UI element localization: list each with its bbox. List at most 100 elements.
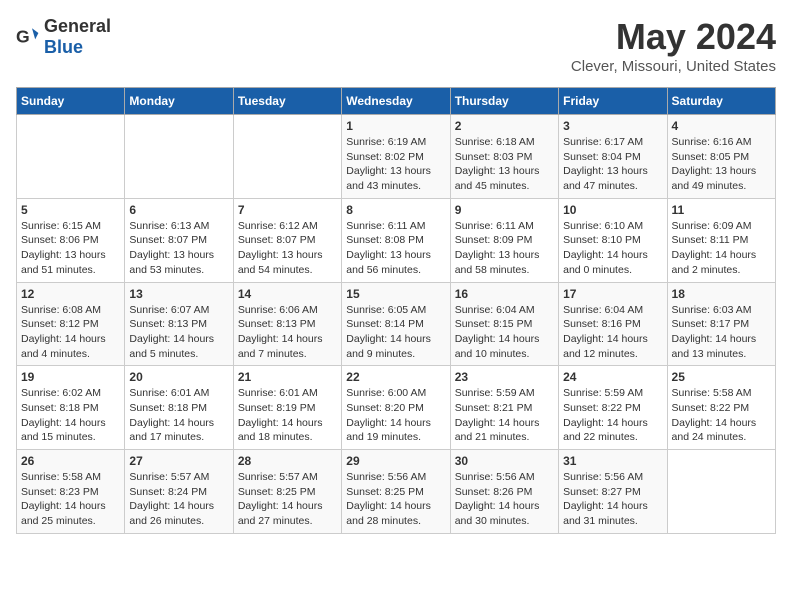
svg-text:G: G bbox=[16, 27, 30, 47]
week-row-2: 5Sunrise: 6:15 AMSunset: 8:06 PMDaylight… bbox=[17, 198, 776, 282]
day-number: 3 bbox=[563, 119, 662, 133]
day-number: 6 bbox=[129, 203, 228, 217]
weekday-header-saturday: Saturday bbox=[667, 88, 775, 115]
header: G General Blue May 2024 Clever, Missouri… bbox=[16, 16, 776, 75]
day-info: Sunrise: 6:07 AMSunset: 8:13 PMDaylight:… bbox=[129, 303, 228, 362]
day-cell: 25 Sunrise: 5:58 AMSunset: 8:22 PMDayligh… bbox=[667, 366, 775, 450]
day-cell: 19Sunrise: 6:02 AMSunset: 8:18 PMDayligh… bbox=[17, 366, 125, 450]
weekday-header-tuesday: Tuesday bbox=[233, 88, 341, 115]
day-number: 20 bbox=[129, 370, 228, 384]
day-cell bbox=[17, 115, 125, 199]
day-cell: 5Sunrise: 6:15 AMSunset: 8:06 PMDaylight… bbox=[17, 198, 125, 282]
day-number: 18 bbox=[672, 287, 771, 301]
day-info: Sunrise: 6:06 AMSunset: 8:13 PMDaylight:… bbox=[238, 303, 337, 362]
day-cell: 17 Sunrise: 6:04 AMSunset: 8:16 PMDayligh… bbox=[559, 282, 667, 366]
day-cell: 23 Sunrise: 5:59 AMSunset: 8:21 PMDayligh… bbox=[450, 366, 558, 450]
weekday-header-row: SundayMondayTuesdayWednesdayThursdayFrid… bbox=[17, 88, 776, 115]
week-row-1: 1Sunrise: 6:19 AMSunset: 8:02 PMDaylight… bbox=[17, 115, 776, 199]
day-info: Sunrise: 5:59 AMSunset: 8:21 PMDaylight:… bbox=[455, 386, 554, 445]
day-number: 8 bbox=[346, 203, 445, 217]
day-info: Sunrise: 6:17 AMSunset: 8:04 PMDaylight:… bbox=[563, 135, 662, 194]
day-cell: 3 Sunrise: 6:17 AMSunset: 8:04 PMDaylight… bbox=[559, 115, 667, 199]
day-number: 28 bbox=[238, 454, 337, 468]
day-info: Sunrise: 6:11 AMSunset: 8:09 PMDaylight:… bbox=[455, 219, 554, 278]
weekday-header-thursday: Thursday bbox=[450, 88, 558, 115]
day-number: 2 bbox=[455, 119, 554, 133]
day-info: Sunrise: 6:00 AMSunset: 8:20 PMDaylight:… bbox=[346, 386, 445, 445]
day-cell: 1Sunrise: 6:19 AMSunset: 8:02 PMDaylight… bbox=[342, 115, 450, 199]
day-number: 31 bbox=[563, 454, 662, 468]
day-number: 11 bbox=[672, 203, 771, 217]
day-number: 16 bbox=[455, 287, 554, 301]
day-number: 23 bbox=[455, 370, 554, 384]
day-cell: 2 Sunrise: 6:18 AMSunset: 8:03 PMDaylight… bbox=[450, 115, 558, 199]
logo-general-text: General bbox=[44, 16, 111, 36]
day-info: Sunrise: 6:11 AMSunset: 8:08 PMDaylight:… bbox=[346, 219, 445, 278]
day-number: 14 bbox=[238, 287, 337, 301]
day-number: 17 bbox=[563, 287, 662, 301]
day-cell: 4 Sunrise: 6:16 AMSunset: 8:05 PMDaylight… bbox=[667, 115, 775, 199]
weekday-header-wednesday: Wednesday bbox=[342, 88, 450, 115]
day-number: 26 bbox=[21, 454, 120, 468]
day-cell: 18 Sunrise: 6:03 AMSunset: 8:17 PMDayligh… bbox=[667, 282, 775, 366]
day-info: Sunrise: 5:58 AMSunset: 8:22 PMDaylight:… bbox=[672, 386, 771, 445]
day-number: 22 bbox=[346, 370, 445, 384]
day-cell: 22 Sunrise: 6:00 AMSunset: 8:20 PMDayligh… bbox=[342, 366, 450, 450]
logo-blue-text: Blue bbox=[44, 37, 83, 57]
day-info: Sunrise: 6:01 AMSunset: 8:19 PMDaylight:… bbox=[238, 386, 337, 445]
day-cell: 12 Sunrise: 6:08 AMSunset: 8:12 PMDayligh… bbox=[17, 282, 125, 366]
day-number: 15 bbox=[346, 287, 445, 301]
week-row-4: 19Sunrise: 6:02 AMSunset: 8:18 PMDayligh… bbox=[17, 366, 776, 450]
day-number: 25 bbox=[672, 370, 771, 384]
day-info: Sunrise: 5:58 AMSunset: 8:23 PMDaylight:… bbox=[21, 470, 120, 529]
day-info: Sunrise: 5:59 AMSunset: 8:22 PMDaylight:… bbox=[563, 386, 662, 445]
day-cell: 14 Sunrise: 6:06 AMSunset: 8:13 PMDayligh… bbox=[233, 282, 341, 366]
day-cell: 11Sunrise: 6:09 AMSunset: 8:11 PMDayligh… bbox=[667, 198, 775, 282]
title-section: May 2024 Clever, Missouri, United States bbox=[571, 16, 776, 75]
day-info: Sunrise: 6:04 AMSunset: 8:15 PMDaylight:… bbox=[455, 303, 554, 362]
day-cell bbox=[233, 115, 341, 199]
day-info: Sunrise: 5:57 AMSunset: 8:25 PMDaylight:… bbox=[238, 470, 337, 529]
day-number: 27 bbox=[129, 454, 228, 468]
day-info: Sunrise: 5:56 AMSunset: 8:25 PMDaylight:… bbox=[346, 470, 445, 529]
day-number: 12 bbox=[21, 287, 120, 301]
day-cell: 24 Sunrise: 5:59 AMSunset: 8:22 PMDayligh… bbox=[559, 366, 667, 450]
day-cell bbox=[125, 115, 233, 199]
day-info: Sunrise: 6:04 AMSunset: 8:16 PMDaylight:… bbox=[563, 303, 662, 362]
day-info: Sunrise: 5:57 AMSunset: 8:24 PMDaylight:… bbox=[129, 470, 228, 529]
day-number: 4 bbox=[672, 119, 771, 133]
day-info: Sunrise: 6:12 AMSunset: 8:07 PMDaylight:… bbox=[238, 219, 337, 278]
logo-icon: G bbox=[16, 25, 40, 49]
day-cell: 7Sunrise: 6:12 AMSunset: 8:07 PMDaylight… bbox=[233, 198, 341, 282]
day-cell: 28 Sunrise: 5:57 AMSunset: 8:25 PMDayligh… bbox=[233, 450, 341, 534]
day-info: Sunrise: 6:05 AMSunset: 8:14 PMDaylight:… bbox=[346, 303, 445, 362]
day-number: 9 bbox=[455, 203, 554, 217]
day-info: Sunrise: 6:16 AMSunset: 8:05 PMDaylight:… bbox=[672, 135, 771, 194]
weekday-header-friday: Friday bbox=[559, 88, 667, 115]
day-number: 29 bbox=[346, 454, 445, 468]
weekday-header-sunday: Sunday bbox=[17, 88, 125, 115]
day-cell bbox=[667, 450, 775, 534]
day-number: 24 bbox=[563, 370, 662, 384]
day-cell: 6 Sunrise: 6:13 AMSunset: 8:07 PMDaylight… bbox=[125, 198, 233, 282]
weekday-header-monday: Monday bbox=[125, 88, 233, 115]
day-number: 1 bbox=[346, 119, 445, 133]
day-number: 13 bbox=[129, 287, 228, 301]
day-cell: 15 Sunrise: 6:05 AMSunset: 8:14 PMDayligh… bbox=[342, 282, 450, 366]
day-info: Sunrise: 6:18 AMSunset: 8:03 PMDaylight:… bbox=[455, 135, 554, 194]
day-cell: 26 Sunrise: 5:58 AMSunset: 8:23 PMDayligh… bbox=[17, 450, 125, 534]
day-info: Sunrise: 5:56 AMSunset: 8:27 PMDaylight:… bbox=[563, 470, 662, 529]
day-info: Sunrise: 6:03 AMSunset: 8:17 PMDaylight:… bbox=[672, 303, 771, 362]
day-cell: 20 Sunrise: 6:01 AMSunset: 8:18 PMDayligh… bbox=[125, 366, 233, 450]
day-cell: 9 Sunrise: 6:11 AMSunset: 8:09 PMDaylight… bbox=[450, 198, 558, 282]
day-number: 5 bbox=[21, 203, 120, 217]
day-number: 19 bbox=[21, 370, 120, 384]
day-cell: 30Sunrise: 5:56 AMSunset: 8:26 PMDayligh… bbox=[450, 450, 558, 534]
day-info: Sunrise: 6:01 AMSunset: 8:18 PMDaylight:… bbox=[129, 386, 228, 445]
day-cell: 31 Sunrise: 5:56 AMSunset: 8:27 PMDayligh… bbox=[559, 450, 667, 534]
day-info: Sunrise: 6:13 AMSunset: 8:07 PMDaylight:… bbox=[129, 219, 228, 278]
calendar-table: SundayMondayTuesdayWednesdayThursdayFrid… bbox=[16, 87, 776, 534]
day-cell: 13 Sunrise: 6:07 AMSunset: 8:13 PMDayligh… bbox=[125, 282, 233, 366]
day-number: 10 bbox=[563, 203, 662, 217]
day-info: Sunrise: 6:08 AMSunset: 8:12 PMDaylight:… bbox=[21, 303, 120, 362]
